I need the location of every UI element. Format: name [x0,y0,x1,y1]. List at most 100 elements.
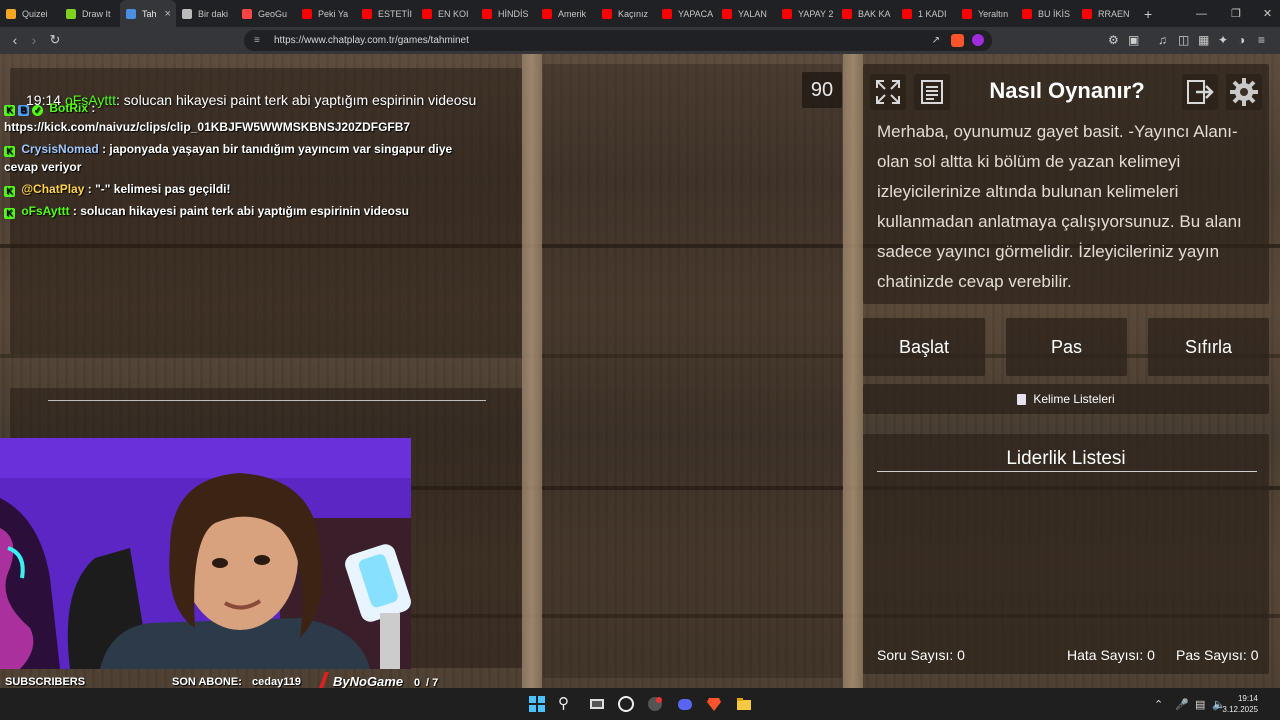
fullscreen-button[interactable] [870,74,906,110]
word-lists-label: Kelime Listeleri [1033,392,1115,406]
close-tab-icon[interactable]: × [165,8,171,20]
tab-favicon-icon [962,8,972,19]
tab-favicon-icon [1022,8,1032,19]
settings-button[interactable] [1226,74,1262,110]
chat-message: K B ✓ BotRix : [4,101,95,116]
start-button[interactable]: Başlat [863,318,985,376]
microphone-icon[interactable]: 🎤 [1175,698,1189,711]
streamer-image [0,438,411,669]
gear-icon [1230,78,1258,106]
notebook-icon [1017,393,1027,405]
vpn-icon[interactable]: ◑ [1238,33,1245,47]
tab-label: ESTETİI [378,8,413,19]
discord-icon[interactable] [677,696,693,712]
wallet2-icon[interactable]: ▦ [1198,33,1209,47]
tab-favicon-icon [362,8,372,19]
sidebar-icon[interactable]: ◫ [1178,33,1189,47]
webcam-feed [0,438,411,669]
tab-label: Kaçınız [618,8,649,19]
tray-chevron-icon[interactable]: ⌃ [1154,698,1163,711]
tab-favicon-icon [782,8,792,19]
kick-badge-icon: K [4,186,15,197]
site-info-icon[interactable]: ≡ [254,35,260,46]
browser-tab[interactable]: 1 KADI [896,0,956,27]
kick-badge-icon: K [4,146,15,157]
browser-tab[interactable]: YALAN [716,0,776,27]
tab-favicon-icon [6,8,16,19]
network-icon[interactable]: ▤ [1195,698,1205,711]
pass-button[interactable]: Pas [1006,318,1127,376]
reload-icon[interactable]: ↻ [45,32,65,48]
restore-icon[interactable]: ❐ [1231,7,1241,20]
leaderboard-divider [877,471,1257,472]
url-field[interactable]: ≡ https://www.chatplay.com.tr/games/tahm… [244,30,992,51]
chat-message: K @ChatPlay : "-" kelimesi pas geçildi! [4,182,231,197]
share-icon[interactable]: ↗ [932,35,940,46]
tab-favicon-icon [842,8,852,19]
browser-tab[interactable]: ESTETİI [356,0,416,27]
exit-button[interactable] [1182,74,1218,110]
browser-tab[interactable]: BAK KA [836,0,896,27]
extensions-icon[interactable]: ⚙ [1108,33,1119,47]
logout-icon [1187,80,1214,104]
word-lists-button[interactable]: Kelime Listeleri [863,384,1269,414]
chat-message-continued: cevap veriyor [4,160,82,174]
game-page: 19:14 oFsAyttt: solucan hikayesi paint t… [0,54,1280,688]
back-icon[interactable]: ‹ [5,32,25,48]
wallet-icon[interactable]: ▣ [1128,33,1139,47]
tab-label: RRAEN [1098,8,1130,19]
search-icon[interactable]: ⚲ [558,696,574,712]
tab-label: Yeraltın [978,8,1009,19]
tab-bar: Quizei Draw It Tah × Bir daki GeoGu Peki Ya EST… [0,0,1280,27]
browser-tab[interactable]: Amerik [536,0,596,27]
file-explorer-icon[interactable] [736,696,752,712]
question-count: Soru Sayısı: 0 [877,647,965,663]
error-count: Hata Sayısı: 0 [1067,647,1155,663]
forward-icon[interactable]: › [24,32,44,48]
browser-tab[interactable]: Quizei [0,0,60,27]
subscribers-label: SUBSCRIBERS [5,676,86,688]
url-text: https://www.chatplay.com.tr/games/tahmin… [274,35,469,46]
tab-label: YALAN [738,8,767,19]
browser-tab[interactable]: Peki Ya [296,0,356,27]
media-icon[interactable]: ♫ [1158,33,1167,47]
leaderboard: Liderlik Listesi Soru Sayısı: 0 Hata Say… [863,434,1269,674]
browser-tab[interactable]: Yeraltın [956,0,1016,27]
tab-favicon-icon [182,8,192,19]
close-window-icon[interactable]: ✕ [1263,7,1272,20]
brave-shields-icon[interactable] [951,34,964,47]
browser-tab[interactable]: BU İKİS [1016,0,1076,27]
menu-icon[interactable]: ≡ [1258,33,1265,47]
new-tab-button[interactable]: + [1136,6,1160,22]
browser-tab[interactable]: Bir daki [176,0,236,27]
chatgpt-icon[interactable] [618,696,634,712]
brave-rewards-icon[interactable] [972,34,984,46]
brave-icon[interactable] [706,696,722,712]
windows-start-icon[interactable] [529,696,545,712]
tab-label: Draw It [82,8,111,19]
leaderboard-title: Liderlik Listesi [1006,448,1126,469]
app-icon[interactable] [647,696,663,712]
reset-button[interactable]: Sıfırla [1148,318,1269,376]
browser-tab[interactable]: EN KOI [416,0,476,27]
tab-label: 1 KADI [918,8,947,19]
tab-favicon-icon [602,8,612,19]
minimize-icon[interactable]: — [1196,8,1207,20]
browser-tab[interactable]: Kaçınız [596,0,656,27]
browser-tab[interactable]: Draw It [60,0,120,27]
tab-label: Quizei [22,8,48,19]
browser-tab[interactable]: RRAEN [1076,0,1136,27]
tab-label: Peki Ya [318,8,349,19]
system-clock[interactable]: 19:14 3.12.2025 [1222,693,1258,715]
leo-ai-icon[interactable]: ✦ [1218,33,1228,47]
tab-favicon-icon [542,8,552,19]
browser-tab[interactable]: YAPAY 2 [776,0,836,27]
browser-tab[interactable]: HİNDİS [476,0,536,27]
browser-tab[interactable]: GeoGu [236,0,296,27]
browser-tab[interactable]: YAPACA [656,0,716,27]
task-view-icon[interactable] [589,696,605,712]
tab-favicon-icon [902,8,912,19]
browser-tab[interactable]: Tah × [120,0,176,27]
tab-favicon-icon [722,8,732,19]
pass-count: Pas Sayısı: 0 [1176,647,1259,663]
